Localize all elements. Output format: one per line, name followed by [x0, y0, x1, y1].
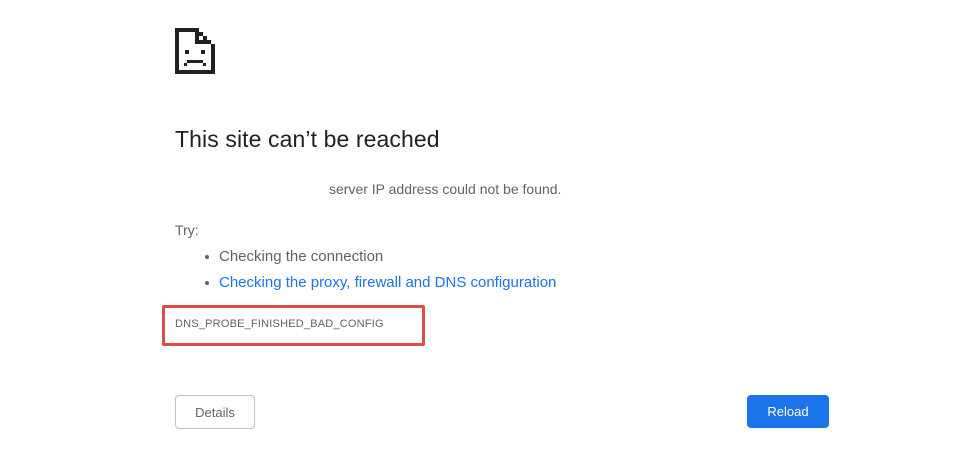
- details-button[interactable]: Details: [175, 395, 255, 429]
- suggestion-check-proxy-firewall-dns: Checking the proxy, firewall and DNS con…: [175, 272, 556, 298]
- error-description: server IP address could not be found.: [329, 181, 562, 197]
- try-label: Try:: [175, 222, 199, 238]
- error-code: DNS_PROBE_FINISHED_BAD_CONFIG: [175, 318, 384, 330]
- suggestions-list: Checking the connection Checking the pro…: [175, 246, 556, 298]
- suggestion-check-connection: Checking the connection: [175, 246, 556, 272]
- reload-button[interactable]: Reload: [747, 395, 829, 428]
- check-proxy-firewall-dns-link[interactable]: Checking the proxy, firewall and DNS con…: [219, 274, 556, 291]
- page-title: This site can’t be reached: [175, 126, 440, 152]
- suggestion-label: Checking the connection: [219, 248, 384, 265]
- sad-page-icon: [175, 28, 215, 74]
